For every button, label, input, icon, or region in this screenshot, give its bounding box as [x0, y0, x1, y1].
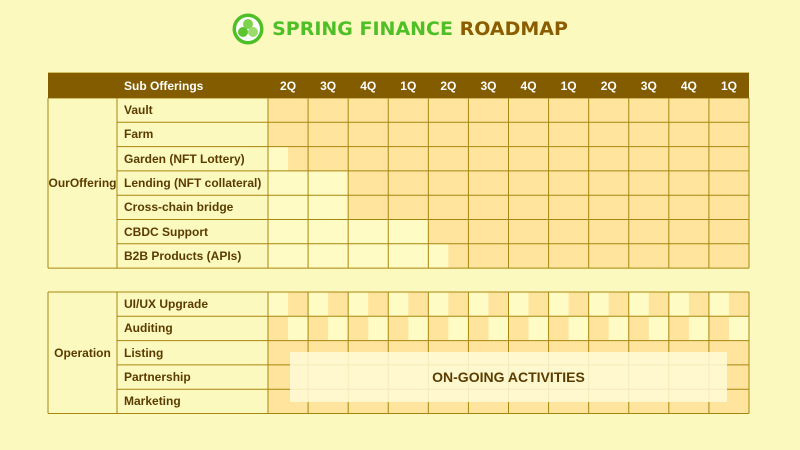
activity-bar-segment [568, 292, 589, 317]
activity-bar-segment [388, 316, 409, 341]
roadmap-title: SPRING FINANCE ROADMAP [0, 13, 800, 45]
ongoing-activities-label: ON-GOING ACTIVITIES [432, 369, 585, 385]
row-label: Cross-chain bridge [124, 200, 234, 215]
activity-bar-segment [288, 292, 309, 317]
row-label: Auditing [124, 321, 173, 336]
row-base [268, 122, 749, 147]
activity-bar-segment [328, 292, 349, 317]
row-base [268, 98, 749, 123]
activity-bar [288, 146, 749, 171]
row-label: Vault [124, 103, 153, 118]
section-label-line: Offering [69, 176, 117, 191]
activity-bar [428, 219, 749, 244]
activity-bar-segment [708, 316, 729, 341]
row-base [268, 292, 749, 317]
activity-bar-segment [628, 316, 649, 341]
activity-bar-segment [608, 292, 629, 317]
row-base [268, 195, 749, 220]
row-label: CBDC Support [124, 224, 208, 239]
section-label-line: Our [48, 176, 70, 191]
header-quarter: 1Q [548, 73, 589, 98]
activity-bar-segment [508, 316, 529, 341]
header-quarter: 2Q [268, 73, 309, 98]
header-quarter: 1Q [708, 73, 749, 98]
activity-bar [268, 122, 749, 147]
activity-bar-segment [668, 316, 689, 341]
activity-bar [268, 98, 749, 123]
title-spring-finance: SPRING FINANCE [272, 18, 453, 40]
activity-bar-segment [448, 292, 469, 317]
activity-bar-segment [728, 292, 749, 317]
header-sub-offerings: Sub Offerings [117, 73, 268, 98]
header-quarter: 3Q [628, 73, 669, 98]
clover-logo-icon [232, 13, 264, 45]
header-quarter: 3Q [308, 73, 349, 98]
title-roadmap: ROADMAP [459, 18, 568, 40]
ongoing-activities-banner: ON-GOING ACTIVITIES [290, 352, 727, 402]
row-label: Partnership [124, 370, 191, 385]
row-base [268, 170, 749, 196]
activity-bar [348, 170, 749, 196]
row-label: Listing [124, 345, 164, 360]
header-quarter: 3Q [468, 73, 509, 98]
row-label: B2B Products (APIs) [124, 248, 242, 263]
activity-bar-segment [688, 292, 709, 317]
activity-bar-segment [488, 292, 509, 317]
activity-bar-segment [268, 316, 289, 341]
activity-bar-segment [648, 292, 669, 317]
header-quarter: 1Q [388, 73, 429, 98]
activity-bar [348, 195, 749, 220]
row-label: Farm [124, 127, 154, 142]
row-label: Marketing [124, 394, 181, 409]
activity-bar-segment [428, 316, 449, 341]
header-quarter: 2Q [428, 73, 469, 98]
activity-bar-segment [528, 292, 549, 317]
row-label: Garden (NFT Lottery) [124, 151, 245, 166]
row-base [268, 316, 749, 341]
section-label: Our Offering [48, 98, 117, 268]
activity-bar-segment [408, 292, 429, 317]
activity-bar-segment [348, 316, 369, 341]
activity-bar-segment [308, 316, 329, 341]
header-quarter: 4Q [348, 73, 389, 98]
header-quarter: 2Q [588, 73, 629, 98]
row-label: UI/UX Upgrade [124, 297, 209, 312]
activity-bar-segment [468, 316, 489, 341]
header-quarter: 4Q [508, 73, 549, 98]
section-label: Operation [48, 292, 117, 414]
activity-bar [448, 243, 749, 269]
row-base [268, 219, 749, 244]
row-label: Lending (NFT collateral) [124, 176, 262, 191]
row-base [268, 243, 749, 269]
header-quarter: 4Q [668, 73, 709, 98]
section-label-line: Operation [54, 345, 111, 360]
activity-bar-segment [548, 316, 569, 341]
header-blank-cell [48, 73, 117, 98]
row-base [268, 146, 749, 171]
activity-bar-segment [368, 292, 389, 317]
activity-bar-segment [588, 316, 609, 341]
